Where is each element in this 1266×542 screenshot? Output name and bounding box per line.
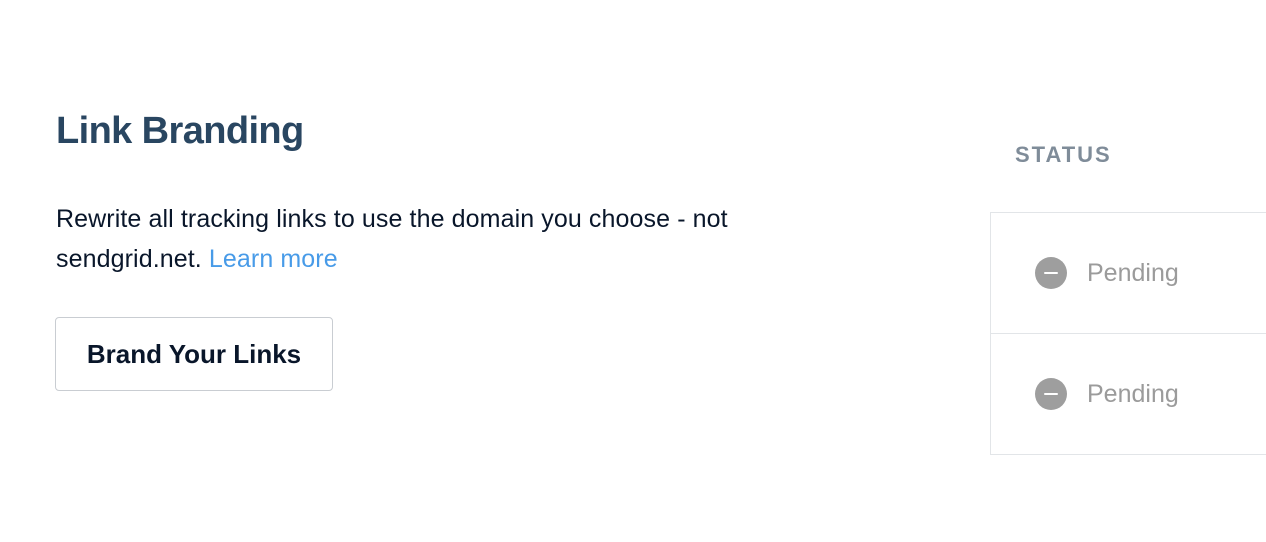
section-description: Rewrite all tracking links to use the do… [56,199,836,279]
pending-icon [1035,257,1067,289]
status-label: Pending [1087,379,1179,408]
pending-icon [1035,378,1067,410]
page-title: Link Branding [56,110,304,152]
status-row: Pending [991,213,1266,334]
description-text: Rewrite all tracking links to use the do… [56,205,728,273]
status-label: Pending [1087,258,1179,287]
status-column-header: STATUS [1015,142,1112,167]
learn-more-link[interactable]: Learn more [209,245,338,273]
brand-your-links-button[interactable]: Brand Your Links [55,317,333,391]
status-table: Pending Pending [990,212,1266,455]
status-row: Pending [991,334,1266,455]
link-branding-page: Link Branding Rewrite all tracking links… [0,0,1266,542]
